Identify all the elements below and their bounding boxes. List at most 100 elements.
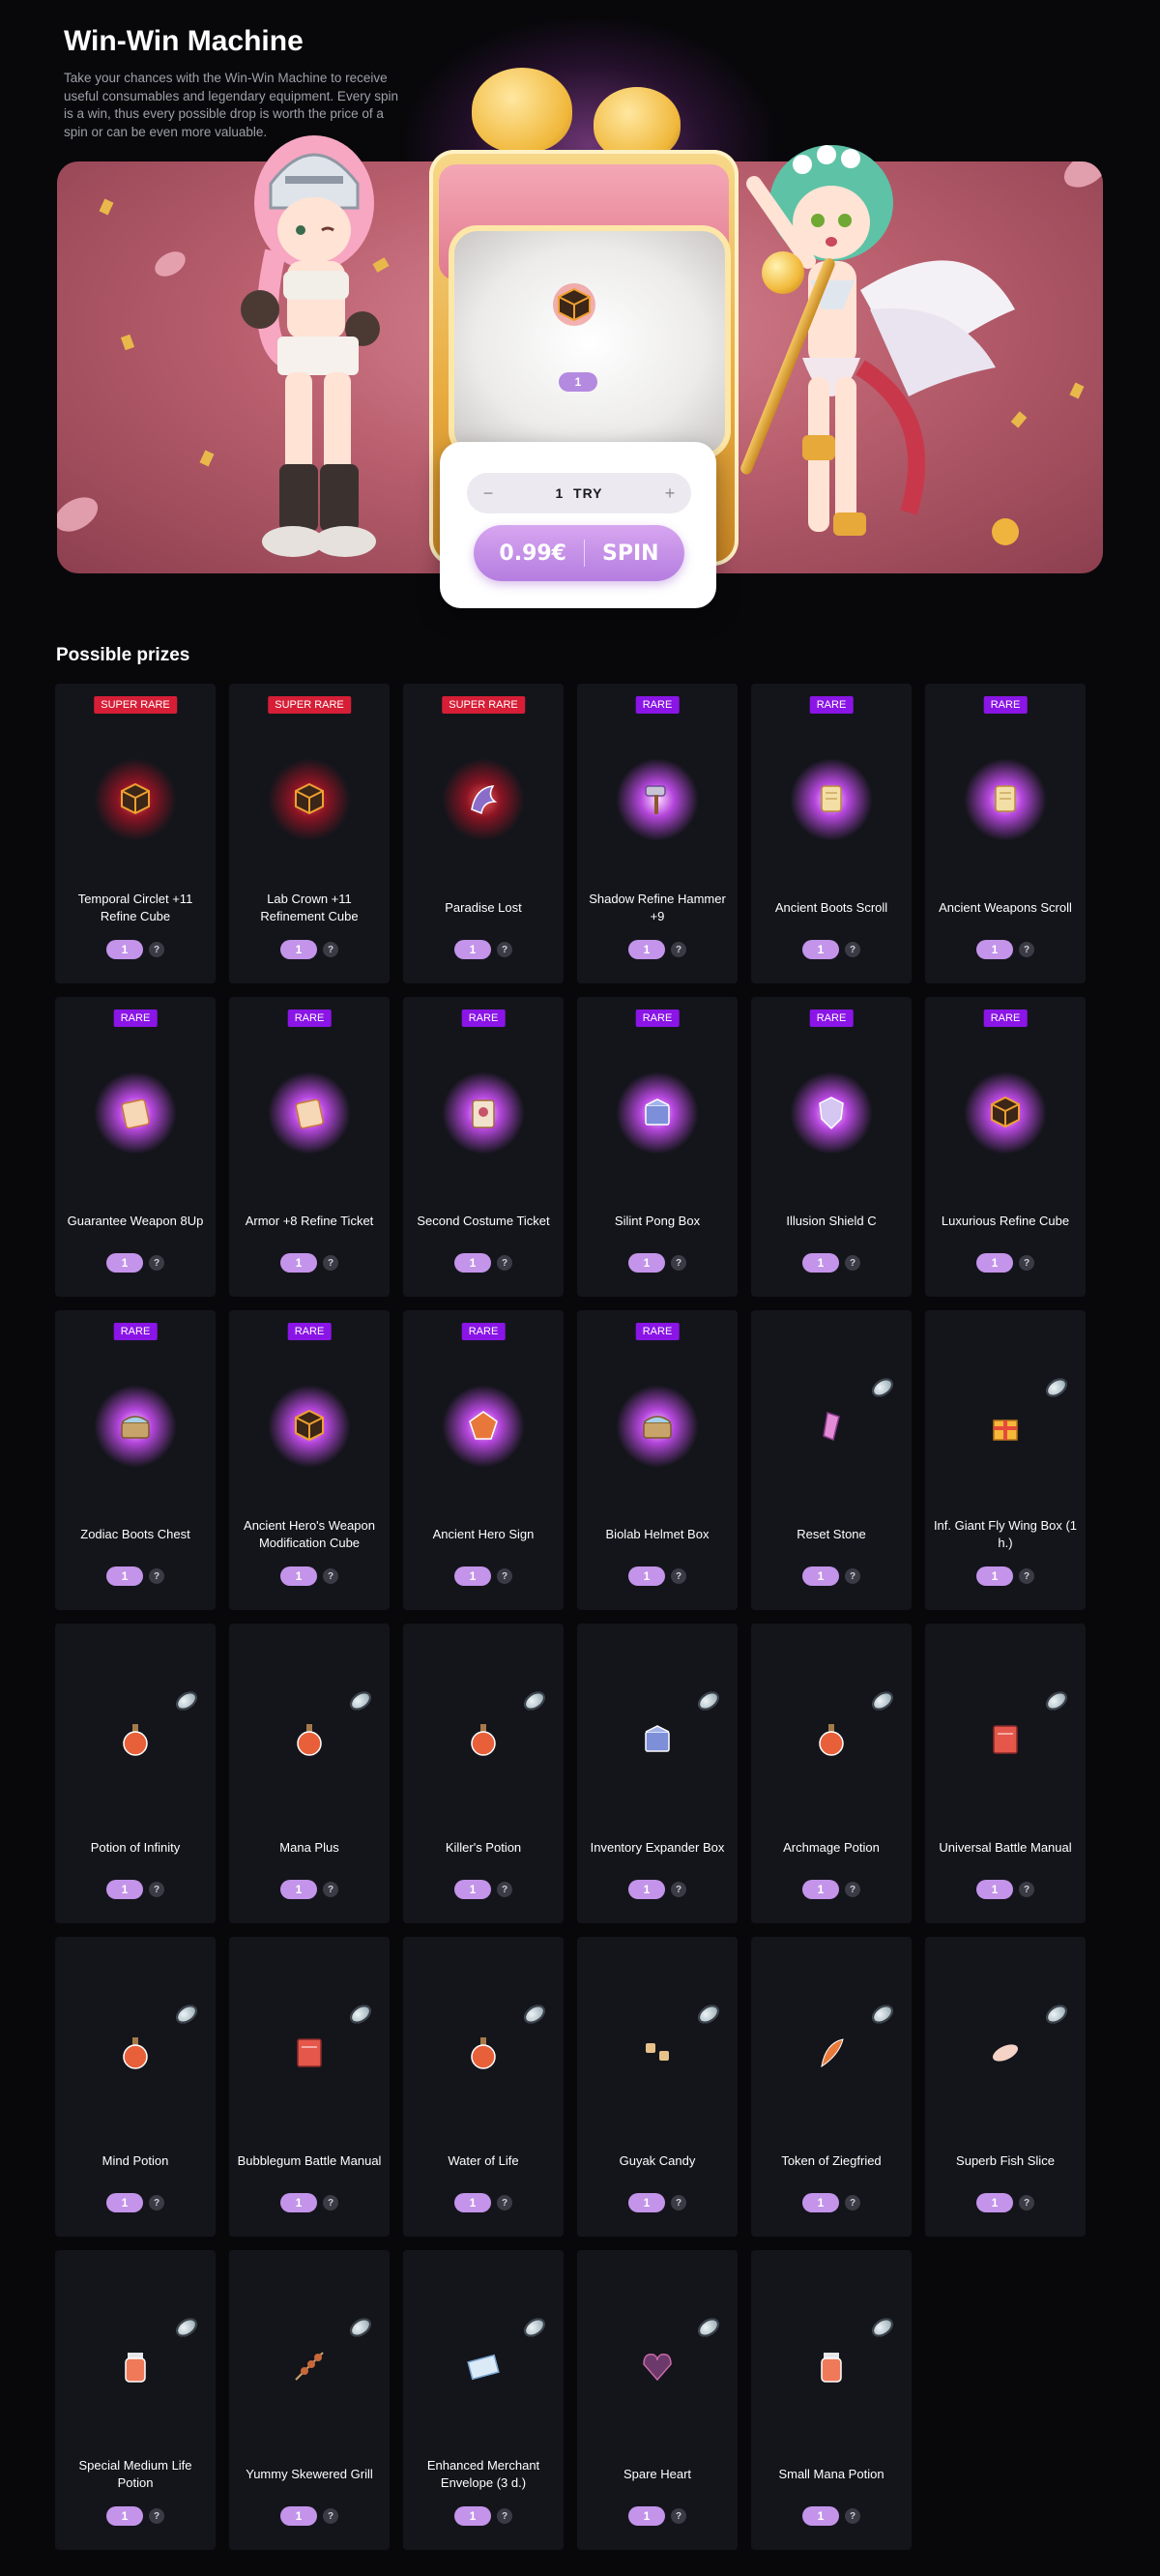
quantity-pill: 1 bbox=[628, 2193, 665, 2212]
gem-icon bbox=[346, 2314, 375, 2341]
info-icon[interactable]: ? bbox=[671, 1882, 686, 1897]
gem-icon bbox=[1042, 1687, 1071, 1714]
gift-icon bbox=[993, 1420, 1018, 1441]
quantity-pill: 1 bbox=[106, 1253, 143, 1273]
prize-card[interactable]: RARE Guarantee Weapon 8Up 1? bbox=[55, 997, 216, 1297]
info-icon[interactable]: ? bbox=[149, 942, 164, 957]
prize-name: Biolab Helmet Box bbox=[605, 1527, 710, 1541]
info-icon[interactable]: ? bbox=[497, 2195, 512, 2210]
spin-button[interactable]: 0.99€ SPIN bbox=[474, 525, 684, 581]
prize-card[interactable]: Special Medium Life Potion 1? bbox=[55, 2250, 216, 2550]
mascot-illustration bbox=[472, 68, 572, 153]
potion-icon bbox=[297, 1724, 322, 1756]
prize-card[interactable]: Mind Potion 1? bbox=[55, 1937, 216, 2237]
prize-card[interactable]: Reset Stone 1? bbox=[751, 1310, 912, 1610]
gem-icon bbox=[520, 1687, 549, 1714]
prize-footer: 1? bbox=[229, 1880, 390, 1899]
info-icon[interactable]: ? bbox=[845, 1882, 860, 1897]
prize-card[interactable]: RARE Biolab Helmet Box 1? bbox=[577, 1310, 738, 1610]
potion-icon bbox=[471, 2037, 496, 2069]
prize-card[interactable]: SUPER RARE Paradise Lost 1? bbox=[403, 684, 564, 983]
knight-character-illustration bbox=[241, 135, 380, 557]
info-icon[interactable]: ? bbox=[149, 1255, 164, 1271]
prize-name: Luxurious Refine Cube bbox=[941, 1214, 1070, 1228]
prize-card[interactable]: Potion of Infinity 1? bbox=[55, 1624, 216, 1923]
info-icon[interactable]: ? bbox=[1019, 1255, 1034, 1271]
info-icon[interactable]: ? bbox=[671, 2195, 686, 2210]
prize-card[interactable]: Inf. Giant Fly Wing Box (1 h.) 1? bbox=[925, 1310, 1086, 1610]
increase-tries-button[interactable]: + bbox=[649, 473, 691, 513]
quantity-pill: 1 bbox=[280, 2193, 317, 2212]
lever-knob[interactable] bbox=[762, 251, 804, 294]
info-icon[interactable]: ? bbox=[323, 2508, 338, 2524]
info-icon[interactable]: ? bbox=[845, 2508, 860, 2524]
possible-prizes-title: Possible prizes bbox=[56, 645, 190, 665]
info-icon[interactable]: ? bbox=[497, 2508, 512, 2524]
info-icon[interactable]: ? bbox=[497, 1882, 512, 1897]
info-icon[interactable]: ? bbox=[149, 2508, 164, 2524]
info-icon[interactable]: ? bbox=[1019, 2195, 1034, 2210]
prize-card[interactable]: RARE Zodiac Boots Chest 1? bbox=[55, 1310, 216, 1610]
prize-card[interactable]: Mana Plus 1? bbox=[229, 1624, 390, 1923]
prize-card[interactable]: Killer's Potion 1? bbox=[403, 1624, 564, 1923]
prize-name: Bubblegum Battle Manual bbox=[237, 2153, 382, 2168]
prize-card[interactable]: Spare Heart 1? bbox=[577, 2250, 738, 2550]
prize-card[interactable]: RARE Ancient Weapons Scroll 1? bbox=[925, 684, 1086, 983]
info-icon[interactable]: ? bbox=[845, 942, 860, 957]
prize-card[interactable]: RARE Shadow Refine Hammer +9 1? bbox=[577, 684, 738, 983]
prize-card[interactable]: Yummy Skewered Grill 1? bbox=[229, 2250, 390, 2550]
info-icon[interactable]: ? bbox=[671, 2508, 686, 2524]
rare-badge: RARE bbox=[113, 1323, 158, 1340]
gem-icon bbox=[868, 2314, 897, 2341]
info-icon[interactable]: ? bbox=[1019, 1882, 1034, 1897]
prize-card[interactable]: SUPER RARE Temporal Circlet +11 Refine Cu… bbox=[55, 684, 216, 983]
info-icon[interactable]: ? bbox=[1019, 1568, 1034, 1584]
prize-card[interactable]: Superb Fish Slice 1? bbox=[925, 1937, 1086, 2237]
prize-card[interactable]: Bubblegum Battle Manual 1? bbox=[229, 1937, 390, 2237]
prize-footer: 1? bbox=[751, 940, 912, 959]
info-icon[interactable]: ? bbox=[323, 1882, 338, 1897]
prize-card[interactable]: RARE Armor +8 Refine Ticket 1? bbox=[229, 997, 390, 1297]
info-icon[interactable]: ? bbox=[497, 1568, 512, 1584]
info-icon[interactable]: ? bbox=[323, 942, 338, 957]
prize-card[interactable]: Universal Battle Manual 1? bbox=[925, 1624, 1086, 1923]
info-icon[interactable]: ? bbox=[671, 942, 686, 957]
prize-name: Paradise Lost bbox=[445, 900, 522, 915]
prize-footer: 1? bbox=[577, 1566, 738, 1586]
info-icon[interactable]: ? bbox=[323, 1255, 338, 1271]
info-icon[interactable]: ? bbox=[1019, 942, 1034, 957]
prize-card[interactable]: RARE Ancient Hero's Weapon Modification C… bbox=[229, 1310, 390, 1610]
tries-label: 1 TRY bbox=[555, 485, 603, 501]
info-icon[interactable]: ? bbox=[497, 942, 512, 957]
machine-screen bbox=[449, 225, 731, 459]
decrease-tries-button[interactable]: − bbox=[467, 473, 509, 513]
prize-name: Shadow Refine Hammer +9 bbox=[589, 892, 726, 923]
prize-card[interactable]: RARE Silint Pong Box 1? bbox=[577, 997, 738, 1297]
prize-card[interactable]: RARE Luxurious Refine Cube 1? bbox=[925, 997, 1086, 1297]
prize-name: Inventory Expander Box bbox=[590, 1840, 725, 1855]
prize-card[interactable]: Water of Life 1? bbox=[403, 1937, 564, 2237]
prize-card[interactable]: SUPER RARE Lab Crown +11 Refinement Cube 1… bbox=[229, 684, 390, 983]
info-icon[interactable]: ? bbox=[497, 1255, 512, 1271]
info-icon[interactable]: ? bbox=[845, 1255, 860, 1271]
info-icon[interactable]: ? bbox=[323, 2195, 338, 2210]
prize-card[interactable]: Archmage Potion 1? bbox=[751, 1624, 912, 1923]
prize-card[interactable]: RARE Illusion Shield C 1? bbox=[751, 997, 912, 1297]
prize-card[interactable]: Guyak Candy 1? bbox=[577, 1937, 738, 2237]
info-icon[interactable]: ? bbox=[671, 1568, 686, 1584]
info-icon[interactable]: ? bbox=[149, 1882, 164, 1897]
info-icon[interactable]: ? bbox=[149, 2195, 164, 2210]
prize-card[interactable]: RARE Ancient Hero Sign 1? bbox=[403, 1310, 564, 1610]
prize-card[interactable]: Token of Ziegfried 1? bbox=[751, 1937, 912, 2237]
prize-card[interactable]: Inventory Expander Box 1? bbox=[577, 1624, 738, 1923]
info-icon[interactable]: ? bbox=[323, 1568, 338, 1584]
prize-footer: 1? bbox=[55, 1253, 216, 1273]
prize-card[interactable]: RARE Second Costume Ticket 1? bbox=[403, 997, 564, 1297]
info-icon[interactable]: ? bbox=[845, 2195, 860, 2210]
info-icon[interactable]: ? bbox=[845, 1568, 860, 1584]
info-icon[interactable]: ? bbox=[671, 1255, 686, 1271]
prize-card[interactable]: Small Mana Potion 1? bbox=[751, 2250, 912, 2550]
prize-card[interactable]: Enhanced Merchant Envelope (3 d.) 1? bbox=[403, 2250, 564, 2550]
info-icon[interactable]: ? bbox=[149, 1568, 164, 1584]
prize-card[interactable]: RARE Ancient Boots Scroll 1? bbox=[751, 684, 912, 983]
